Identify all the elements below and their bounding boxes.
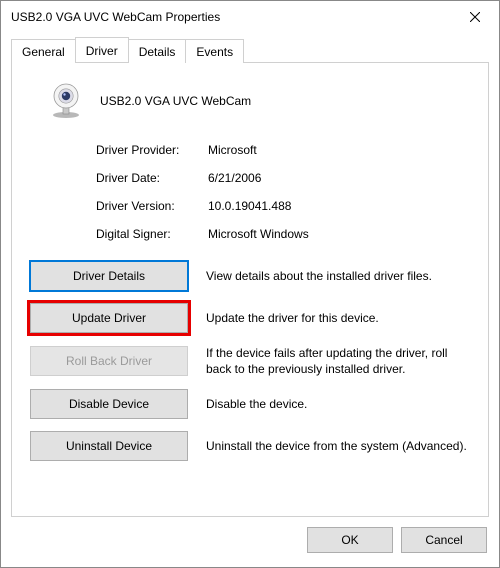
driver-actions: Driver Details View details about the in… [30, 261, 474, 461]
device-header: USB2.0 VGA UVC WebCam [48, 83, 474, 119]
driver-version-label: Driver Version: [96, 199, 208, 213]
digital-signer-value: Microsoft Windows [208, 227, 474, 241]
tab-details[interactable]: Details [128, 39, 187, 63]
uninstall-device-desc: Uninstall the device from the system (Ad… [206, 438, 474, 454]
device-name: USB2.0 VGA UVC WebCam [100, 94, 251, 108]
ok-button[interactable]: OK [307, 527, 393, 553]
update-driver-desc: Update the driver for this device. [206, 310, 474, 326]
roll-back-driver-desc: If the device fails after updating the d… [206, 345, 474, 377]
driver-properties: Driver Provider: Microsoft Driver Date: … [96, 143, 474, 241]
client-area: General Driver Details Events USB2.0 [1, 33, 499, 567]
dialog-buttons: OK Cancel [11, 517, 489, 557]
window-title: USB2.0 VGA UVC WebCam Properties [11, 10, 220, 24]
tab-general[interactable]: General [11, 39, 76, 63]
driver-version-value: 10.0.19041.488 [208, 199, 474, 213]
disable-device-button[interactable]: Disable Device [30, 389, 188, 419]
driver-date-value: 6/21/2006 [208, 171, 474, 185]
driver-provider-value: Microsoft [208, 143, 474, 157]
tab-driver[interactable]: Driver [75, 37, 129, 62]
driver-date-label: Driver Date: [96, 171, 208, 185]
disable-device-desc: Disable the device. [206, 396, 474, 412]
uninstall-device-button[interactable]: Uninstall Device [30, 431, 188, 461]
digital-signer-label: Digital Signer: [96, 227, 208, 241]
update-driver-button[interactable]: Update Driver [30, 303, 188, 333]
cancel-button[interactable]: Cancel [401, 527, 487, 553]
driver-details-button[interactable]: Driver Details [30, 261, 188, 291]
driver-provider-label: Driver Provider: [96, 143, 208, 157]
close-icon [470, 12, 480, 22]
driver-details-desc: View details about the installed driver … [206, 268, 474, 284]
roll-back-driver-button: Roll Back Driver [30, 346, 188, 376]
tabstrip: General Driver Details Events [11, 37, 489, 62]
tab-panel-driver: USB2.0 VGA UVC WebCam Driver Provider: M… [11, 62, 489, 517]
properties-window: USB2.0 VGA UVC WebCam Properties General… [0, 0, 500, 568]
close-button[interactable] [455, 3, 495, 31]
webcam-icon [48, 83, 84, 119]
tab-events[interactable]: Events [185, 39, 244, 63]
titlebar: USB2.0 VGA UVC WebCam Properties [1, 1, 499, 33]
